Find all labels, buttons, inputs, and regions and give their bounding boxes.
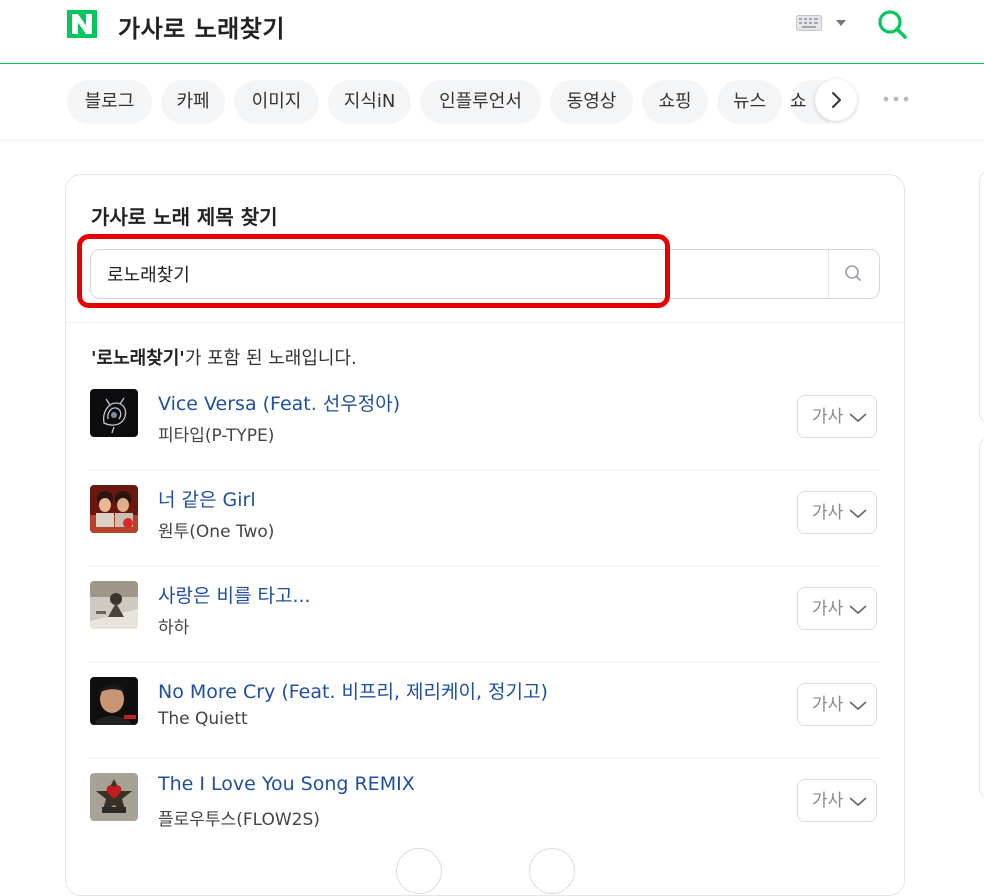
chevron-down-icon <box>849 797 867 807</box>
song-title[interactable]: The I Love You Song REMIX <box>158 773 415 795</box>
lyrics-search-button[interactable] <box>829 250 879 298</box>
card-title: 가사로 노래 제목 찾기 <box>91 205 278 229</box>
lyrics-search-card: 가사로 노래 제목 찾기 '로노래찾기'가 포함 된 노래입니다. <box>65 174 905 896</box>
tab-shopping[interactable]: 쇼핑 <box>642 80 708 124</box>
lyrics-search-box <box>90 249 880 299</box>
lyrics-toggle-button[interactable]: 가사 <box>797 491 877 534</box>
album-art[interactable] <box>90 389 138 437</box>
header: 가사로 노래찾기 <box>0 0 984 64</box>
song-item: 사랑은 비를 타고... 하하 가사 <box>66 567 904 663</box>
album-art[interactable] <box>90 485 138 533</box>
lyrics-label: 가사 <box>812 695 844 715</box>
tab-influencer[interactable]: 인플루언서 <box>420 80 541 124</box>
song-artist[interactable]: The Quiett <box>158 709 248 729</box>
tab-images[interactable]: 이미지 <box>234 80 319 124</box>
lyrics-label: 가사 <box>812 791 844 811</box>
chevron-down-icon <box>849 509 867 519</box>
tab-blog[interactable]: 블로그 <box>67 80 152 124</box>
side-panel <box>979 170 984 424</box>
song-title[interactable]: 너 같은 Girl <box>158 485 256 512</box>
song-item: No More Cry (Feat. 비프리, 제리케이, 정기고) The Q… <box>66 663 904 759</box>
lyrics-label: 가사 <box>812 503 844 523</box>
search-tabs: 블로그 카페 이미지 지식iN 인플루언서 동영상 쇼핑 뉴스 쇼 <box>0 64 984 141</box>
result-suffix: 가 포함 된 노래입니다. <box>184 348 357 369</box>
pagination-prev-button[interactable] <box>396 848 442 894</box>
tab-news[interactable]: 뉴스 <box>717 80 782 124</box>
album-art[interactable] <box>90 677 138 725</box>
tabs-next-button[interactable] <box>815 79 857 121</box>
header-search-query[interactable]: 가사로 노래찾기 <box>118 9 285 44</box>
pagination-next-button[interactable] <box>529 848 575 894</box>
album-art[interactable] <box>90 773 138 821</box>
tab-cafe[interactable]: 카페 <box>161 80 225 124</box>
caret-down-icon[interactable] <box>836 20 846 26</box>
search-button[interactable] <box>876 8 908 40</box>
song-artist[interactable]: 플로우투스(FLOW2S) <box>158 805 320 830</box>
song-item: The I Love You Song REMIX 플로우투스(FLOW2S) … <box>66 759 904 855</box>
result-keyword: '로노래찾기' <box>91 348 185 369</box>
song-artist[interactable]: 하하 <box>158 613 189 638</box>
more-icon[interactable] <box>882 95 910 103</box>
tab-partial-label: 쇼 <box>790 91 807 112</box>
song-artist[interactable]: 원투(One Two) <box>158 517 274 542</box>
chevron-down-icon <box>849 605 867 615</box>
song-title[interactable]: Vice Versa (Feat. 선우정아) <box>158 389 400 416</box>
tab-video[interactable]: 동영상 <box>550 80 633 124</box>
naver-logo[interactable] <box>67 10 97 38</box>
song-title[interactable]: No More Cry (Feat. 비프리, 제리케이, 정기고) <box>158 677 548 704</box>
tab-kin[interactable]: 지식iN <box>328 80 411 124</box>
divider <box>66 322 904 323</box>
chevron-down-icon <box>849 413 867 423</box>
result-description: '로노래찾기'가 포함 된 노래입니다. <box>91 344 357 370</box>
side-panel <box>979 437 984 799</box>
lyrics-toggle-button[interactable]: 가사 <box>797 587 877 630</box>
keyboard-icon[interactable] <box>796 15 822 31</box>
song-item: Vice Versa (Feat. 선우정아) 피타입(P-TYPE) 가사 <box>66 375 904 471</box>
lyrics-search-input[interactable] <box>107 250 807 298</box>
lyrics-label: 가사 <box>812 599 844 619</box>
lyrics-toggle-button[interactable]: 가사 <box>797 683 877 726</box>
song-artist[interactable]: 피타입(P-TYPE) <box>158 421 274 446</box>
album-art[interactable] <box>90 581 138 629</box>
lyrics-toggle-button[interactable]: 가사 <box>797 779 877 822</box>
chevron-right-icon <box>832 92 841 108</box>
chevron-down-icon <box>849 701 867 711</box>
song-title[interactable]: 사랑은 비를 타고... <box>158 581 311 608</box>
lyrics-toggle-button[interactable]: 가사 <box>797 395 877 438</box>
song-item: 너 같은 Girl 원투(One Two) 가사 <box>66 471 904 567</box>
lyrics-label: 가사 <box>812 407 844 427</box>
search-icon <box>845 265 861 281</box>
